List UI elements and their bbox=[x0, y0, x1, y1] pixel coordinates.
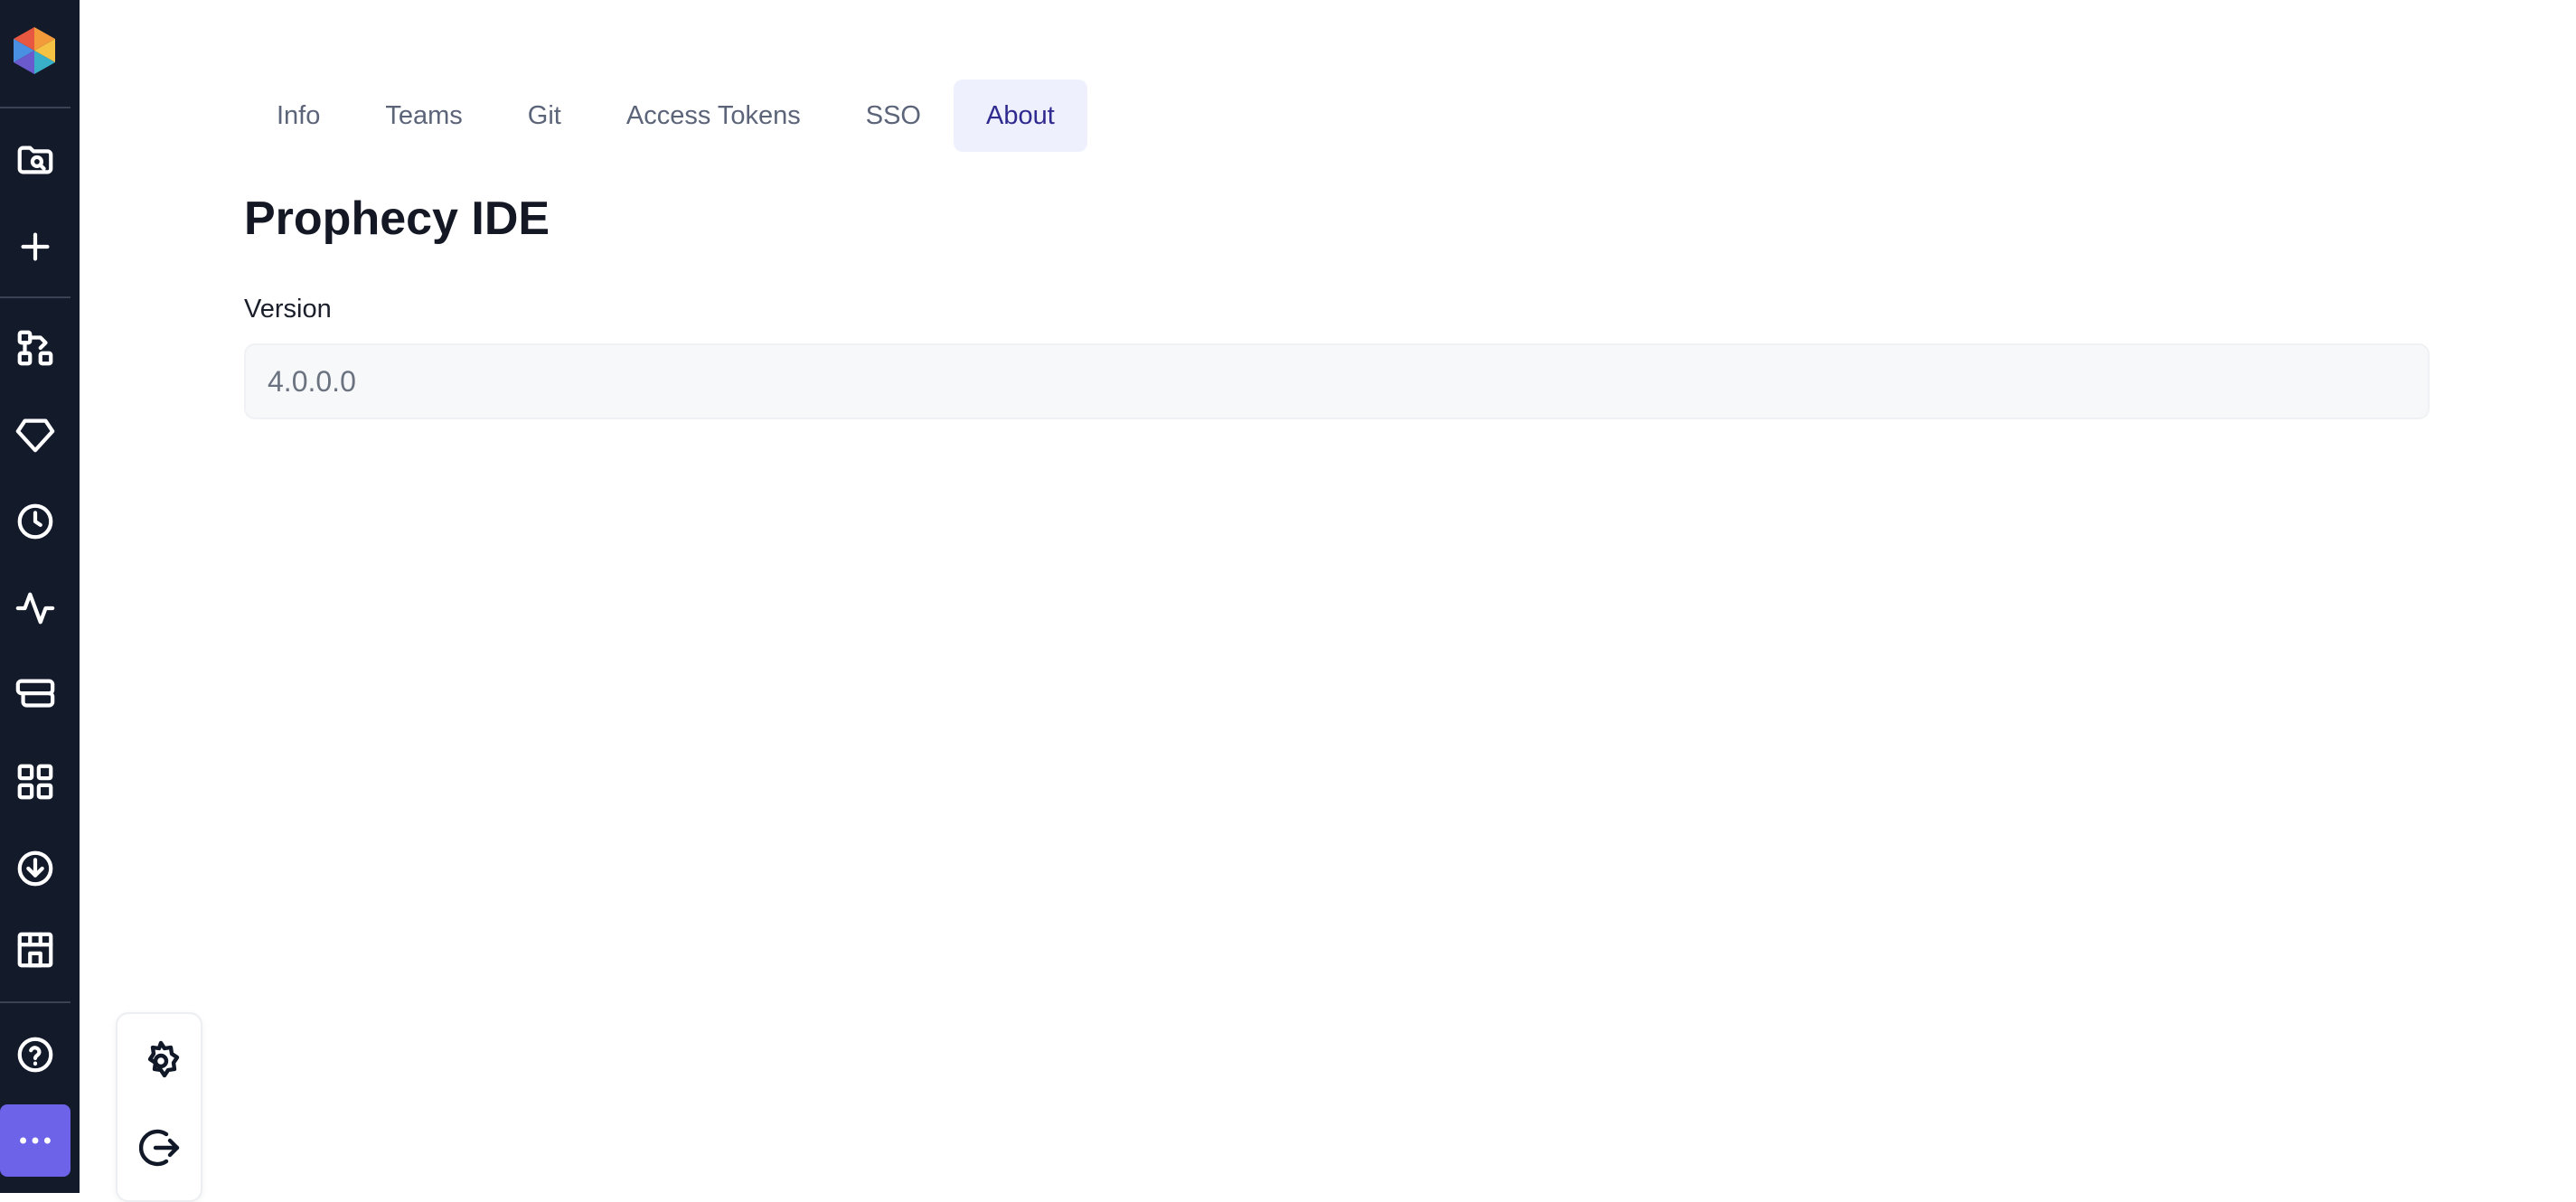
server-stack-icon[interactable] bbox=[7, 667, 63, 723]
sidebar-divider bbox=[0, 296, 71, 298]
activity-icon[interactable] bbox=[7, 580, 63, 636]
grid-icon[interactable] bbox=[7, 754, 63, 810]
page-title: Prophecy IDE bbox=[244, 193, 550, 245]
clock-icon[interactable] bbox=[7, 493, 63, 549]
version-label: Version bbox=[244, 295, 332, 324]
help-circle-icon[interactable] bbox=[7, 1027, 63, 1083]
prophecy-logo[interactable] bbox=[9, 25, 60, 76]
folder-search-icon[interactable] bbox=[7, 132, 63, 188]
tab-info[interactable]: Info bbox=[244, 80, 353, 152]
more-dots-icon bbox=[20, 1137, 51, 1144]
settings-gear-icon[interactable] bbox=[134, 1034, 188, 1088]
sidebar-divider bbox=[0, 107, 71, 108]
sidebar-popout-menu bbox=[116, 1012, 202, 1202]
download-circle-icon[interactable] bbox=[7, 840, 63, 897]
more-button[interactable] bbox=[0, 1104, 71, 1177]
sidebar bbox=[0, 0, 80, 1193]
workflow-icon[interactable] bbox=[7, 320, 63, 376]
sidebar-divider bbox=[0, 1001, 71, 1003]
tab-sso[interactable]: SSO bbox=[833, 80, 954, 152]
settings-tabs: Info Teams Git Access Tokens SSO About bbox=[244, 80, 1087, 152]
gem-icon[interactable] bbox=[7, 407, 63, 463]
tab-access-tokens[interactable]: Access Tokens bbox=[594, 80, 833, 152]
logout-icon[interactable] bbox=[134, 1121, 188, 1175]
version-field: 4.0.0.0 bbox=[244, 343, 2430, 419]
tab-teams[interactable]: Teams bbox=[353, 80, 494, 152]
plus-icon[interactable] bbox=[7, 219, 63, 275]
tab-about[interactable]: About bbox=[954, 80, 1087, 152]
tab-git[interactable]: Git bbox=[495, 80, 594, 152]
store-icon[interactable] bbox=[7, 922, 63, 978]
